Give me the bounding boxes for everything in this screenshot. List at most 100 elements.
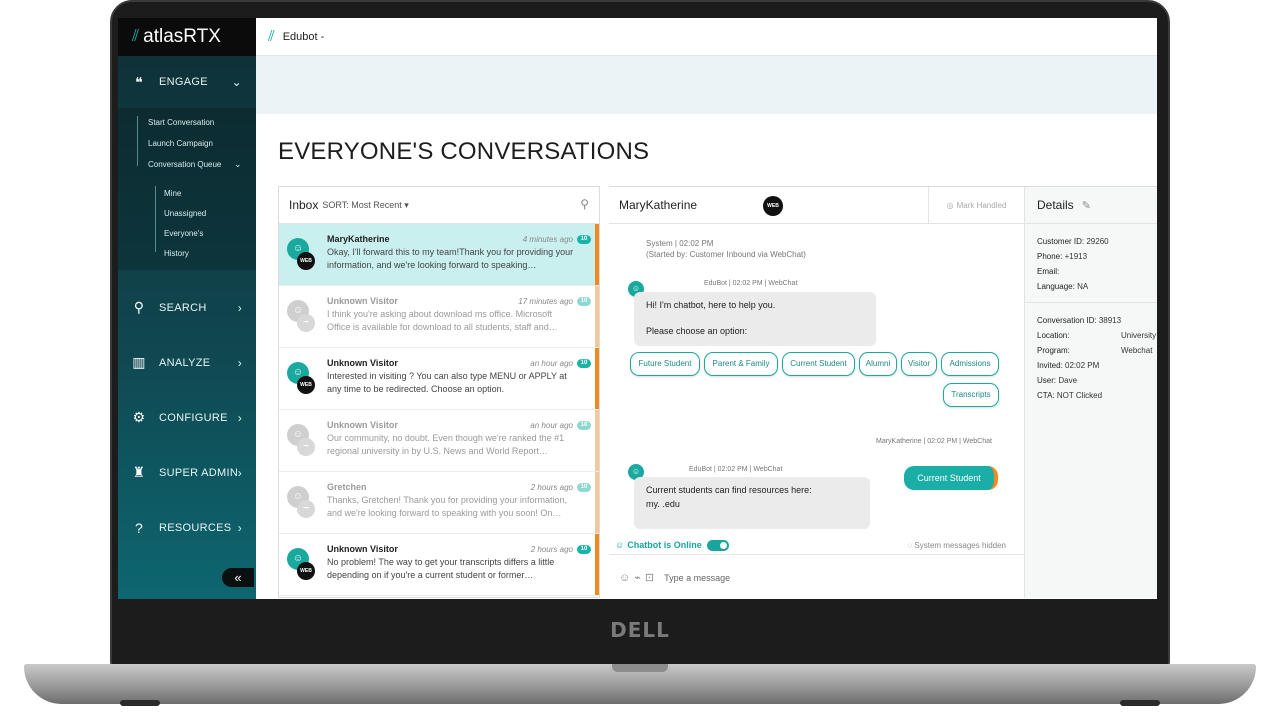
nav-engage[interactable]: ❝ ENGAGE ⌄ [118, 56, 256, 108]
engage-submenu: Start Conversation Launch Campaign Conve… [118, 108, 256, 270]
detail-label: Conversation ID: [1037, 316, 1097, 325]
detail-row: Phone: +1913 [1037, 249, 1157, 264]
nav-search-label: SEARCH [159, 301, 207, 314]
message-input[interactable]: Type a message [664, 573, 730, 583]
conversation-item[interactable]: ☺ WEB Unknown Visitor 2 hours ago 10 No … [279, 534, 599, 596]
nav-super-admin[interactable]: ♜ SUPER ADMIN › [118, 445, 256, 500]
sidebar-item-conversation-queue[interactable]: Conversation Queue [148, 160, 221, 169]
detail-label: Phone: [1037, 252, 1063, 261]
nav-resources[interactable]: ? RESOURCES › [118, 500, 256, 555]
option-parent-family[interactable]: Parent & Family [704, 352, 778, 376]
sort-label: SORT: Most Recent [322, 199, 402, 210]
nav-configure-label: CONFIGURE [159, 411, 228, 424]
chevron-down-icon: ⌄ [231, 75, 242, 89]
nav-super-admin-label: SUPER ADMIN [159, 466, 239, 479]
detail-label: Location: [1037, 331, 1070, 340]
detail-row: Program: Webchat [1037, 343, 1157, 358]
chatbot-status: ☺ Chatbot is Online [615, 540, 702, 550]
option-future-student[interactable]: Future Student [630, 352, 700, 376]
pencil-icon[interactable]: ✎ [1082, 199, 1091, 212]
message-composer: ☺ ⌁ ⊡ Type a message [609, 556, 1024, 599]
sort-dropdown[interactable]: SORT: Most Recent ▾ [322, 200, 408, 211]
conversation-time: an hour ago [530, 421, 573, 430]
inbox-title: Inbox [289, 198, 319, 212]
details-header: Details ✎ [1025, 187, 1157, 224]
option-admissions[interactable]: Admissions [941, 352, 999, 376]
detail-label: Email: [1037, 267, 1060, 276]
conversation-item[interactable]: ☺ − Unknown Visitor an hour ago 10 Our c… [279, 410, 599, 472]
collapse-sidebar-button[interactable]: « [222, 568, 254, 587]
nav-search[interactable]: ⚲ SEARCH › [118, 280, 256, 335]
bot-message-line: Please choose an option: [646, 326, 748, 336]
conversation-item[interactable]: ☺ WEB Unknown Visitor an hour ago 10 Int… [279, 348, 599, 410]
check-circle-icon: ◎ [946, 200, 954, 210]
nav-resources-label: RESOURCES [159, 521, 232, 534]
bot-message: Hi! I'm chatbot, here to help you. Pleas… [634, 292, 876, 346]
unread-bar [595, 286, 599, 347]
option-transcripts[interactable]: Transcripts [943, 383, 999, 407]
detail-row: User: Dave [1037, 373, 1157, 388]
emoji-icon[interactable]: ☺ [619, 572, 630, 584]
detail-label: Invited: [1037, 361, 1063, 370]
sidebar-item-everyones[interactable]: Everyone's [164, 229, 203, 238]
question-icon: ? [134, 519, 144, 536]
message-count-badge: 10 [577, 297, 591, 306]
detail-value: NA [1077, 282, 1089, 291]
chat-status-row: ☺ Chatbot is Online ◌ System messages hi… [609, 536, 1024, 555]
detail-row: CTA: NOT Clicked [1037, 388, 1157, 403]
nav-analyze[interactable]: ▥ ANALYZE › [118, 335, 256, 390]
detail-row: Customer ID: 29260 [1037, 234, 1157, 249]
conversation-time: an hour ago [530, 359, 573, 368]
brand-name: atlasRTX [143, 26, 221, 47]
sidebar-item-unassigned[interactable]: Unassigned [164, 209, 206, 218]
option-visitor[interactable]: Visitor [901, 352, 937, 376]
system-messages-toggle[interactable]: ◌ System messages hidden [907, 541, 1006, 550]
atlas-logo-icon: ⫽ [132, 28, 140, 45]
option-alumni[interactable]: Alumni [859, 352, 897, 376]
top-bar: ⫽ Edubot - [256, 18, 1157, 56]
conversation-item[interactable]: ☺ WEB MaryKatherine 4 minutes ago 10 Oka… [279, 224, 599, 286]
unread-bar [595, 534, 599, 595]
web-channel-icon: WEB [297, 376, 315, 394]
mark-handled-button[interactable]: ◎ Mark Handled [928, 187, 1024, 223]
details-panel: Details ✎ Customer ID: 29260 Phone: +191… [1024, 186, 1157, 598]
option-current-student[interactable]: Current Student [782, 352, 855, 376]
system-message-time: System | 02:02 PM [646, 239, 714, 248]
bar-chart-icon: ▥ [132, 354, 146, 370]
sidebar-item-history[interactable]: History [164, 249, 189, 258]
system-message: System | 02:02 PM (Started by: Customer … [646, 238, 806, 260]
conversation-item[interactable]: ☺ − Unknown Visitor 17 minutes ago 10 I … [279, 286, 599, 348]
chevron-down-icon[interactable]: ⌄ [234, 159, 242, 170]
detail-value: University [1121, 331, 1157, 340]
mark-handled-label: Mark Handled [956, 200, 1007, 210]
laptop-notch [612, 664, 668, 672]
chat-messages[interactable]: System | 02:02 PM (Started by: Customer … [609, 224, 1024, 536]
detail-value: Dave [1058, 376, 1078, 385]
bot-message-line: my. .edu [646, 499, 680, 509]
system-message-detail: (Started by: Customer Inbound via WebCha… [646, 250, 806, 259]
sidebar-item-mine[interactable]: Mine [164, 189, 181, 198]
paperclip-icon[interactable]: ⌁ [634, 571, 641, 584]
admin-user-icon: ♜ [132, 464, 146, 480]
unread-bar [595, 224, 599, 285]
minus-icon: − [297, 314, 315, 332]
message-count-badge: 10 [577, 545, 591, 554]
bot-selector[interactable]: Edubot - [283, 31, 325, 43]
detail-row: Conversation ID: 38913 [1037, 313, 1157, 328]
detail-label: Program: [1037, 346, 1070, 355]
chat-panel: MaryKatherine WEB ◎ Mark Handled System … [609, 186, 1024, 598]
minus-icon: − [297, 500, 315, 518]
canned-response-icon[interactable]: ⊡ [645, 571, 654, 584]
conversation-item[interactable]: ☺ − Gretchen 2 hours ago 10 Thanks, Gret… [279, 472, 599, 534]
sidebar-item-launch-campaign[interactable]: Launch Campaign [148, 139, 213, 148]
atlasrtx-logo[interactable]: ⫽ atlasRTX [118, 18, 256, 56]
sidebar-item-start-conversation[interactable]: Start Conversation [148, 118, 214, 127]
inbox-header: Inbox SORT: Most Recent ▾ ⚲ [279, 187, 599, 224]
search-icon[interactable]: ⚲ [580, 197, 589, 211]
nav-configure[interactable]: ⚙ CONFIGURE › [118, 390, 256, 445]
detail-label: Language: [1037, 282, 1075, 291]
message-meta: EduBot | 02:02 PM | WebChat [704, 280, 798, 287]
message-meta: MaryKatherine | 02:02 PM | WebChat [876, 438, 992, 445]
chatbot-online-toggle[interactable] [706, 539, 729, 551]
conversation-preview: Interested in visiting ? You can also ty… [327, 371, 567, 394]
